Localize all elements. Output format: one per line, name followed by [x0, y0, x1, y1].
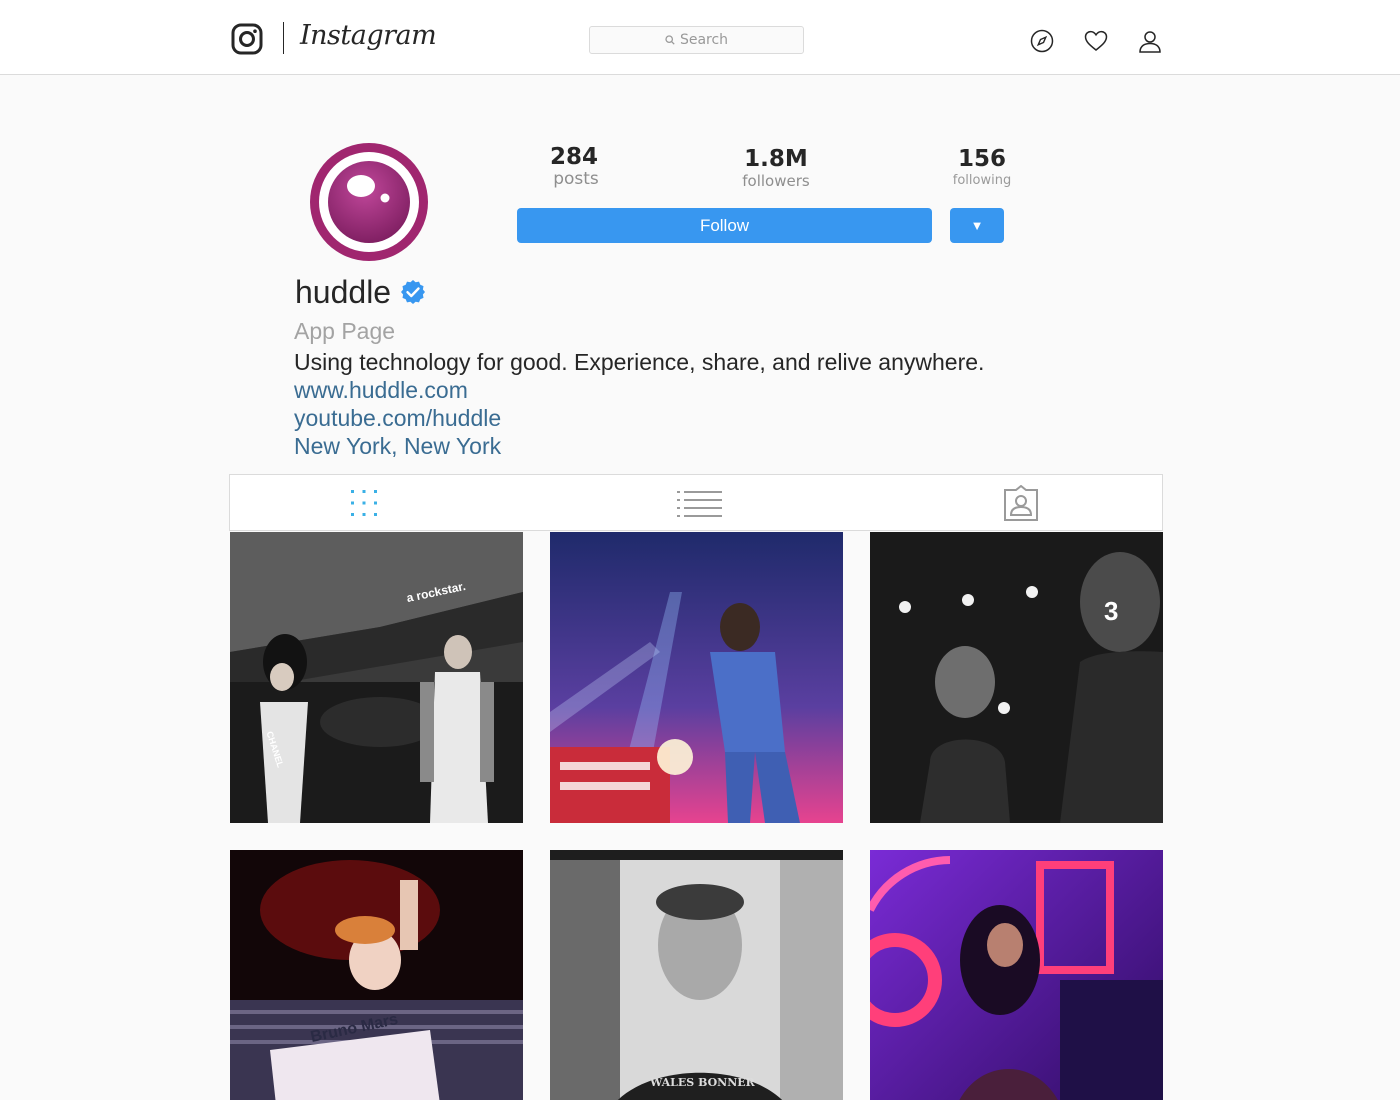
profile-tab-bar	[229, 474, 1163, 531]
profile-avatar[interactable]	[305, 138, 433, 266]
profile-username: huddle	[295, 274, 392, 310]
post-photo-smiling-man	[870, 532, 1163, 823]
person-icon[interactable]	[1138, 29, 1162, 53]
followers-count-value: 1.8M	[744, 146, 808, 172]
post-thumbnail[interactable]: WALES BONNER	[550, 850, 843, 1100]
search-placeholder: Search	[679, 32, 729, 48]
post-thumbnail[interactable]: 3	[870, 532, 1163, 823]
logo-divider	[283, 22, 284, 54]
post-photo-backstage	[230, 532, 523, 823]
username-row: huddle	[295, 273, 426, 311]
search-input[interactable]: Search	[589, 26, 804, 54]
verified-badge-icon	[400, 279, 426, 305]
profile-category: App Page	[294, 318, 396, 344]
shirt-print-text: WALES BONNER	[650, 1076, 755, 1089]
posts-count-label: posts	[553, 169, 599, 189]
search-icon	[665, 35, 675, 45]
compass-icon[interactable]	[1030, 29, 1054, 53]
grid-icon	[351, 489, 377, 516]
huddle-logo-icon	[310, 143, 428, 261]
post-thumbnail[interactable]: Bruno Mars	[230, 850, 523, 1100]
tab-tagged[interactable]	[961, 475, 1081, 530]
post-photo-fan-sign	[230, 850, 523, 1100]
posts-count: 284 posts	[519, 144, 629, 188]
profile-bio: Using technology for good. Experience, s…	[294, 349, 985, 375]
followers-count[interactable]: 1.8M followers	[721, 146, 831, 190]
tagged-icon	[1004, 484, 1038, 521]
post-photo-singer	[870, 850, 1163, 1100]
post-photo-concert	[550, 532, 843, 823]
location-link[interactable]: New York, New York	[294, 433, 501, 460]
posts-count-value: 284	[549, 144, 598, 170]
following-count-label: following	[952, 173, 1012, 188]
tab-grid[interactable]	[304, 475, 424, 530]
profile-dropdown-button[interactable]: ▼	[950, 208, 1004, 243]
following-count-value: 156	[957, 146, 1006, 172]
following-count[interactable]: 156 following	[927, 146, 1037, 190]
instagram-glyph-icon[interactable]	[231, 23, 263, 55]
follow-button[interactable]: Follow	[517, 208, 932, 243]
list-icon	[677, 490, 722, 517]
post-thumbnail[interactable]	[550, 532, 843, 823]
instagram-wordmark[interactable]: Instagram	[300, 20, 437, 51]
youtube-link[interactable]: youtube.com/huddle	[294, 405, 501, 432]
top-navigation-bar: Instagram Search	[0, 0, 1400, 75]
website-link[interactable]: www.huddle.com	[294, 377, 468, 404]
tab-list[interactable]	[640, 475, 760, 530]
jersey-number-text: 3	[1104, 596, 1119, 626]
followers-count-label: followers	[742, 172, 810, 190]
post-thumbnail[interactable]: a rockstar. CHANEL	[230, 532, 523, 823]
post-photo-portrait	[550, 850, 843, 1100]
heart-icon[interactable]	[1084, 29, 1108, 53]
post-thumbnail[interactable]	[870, 850, 1163, 1100]
